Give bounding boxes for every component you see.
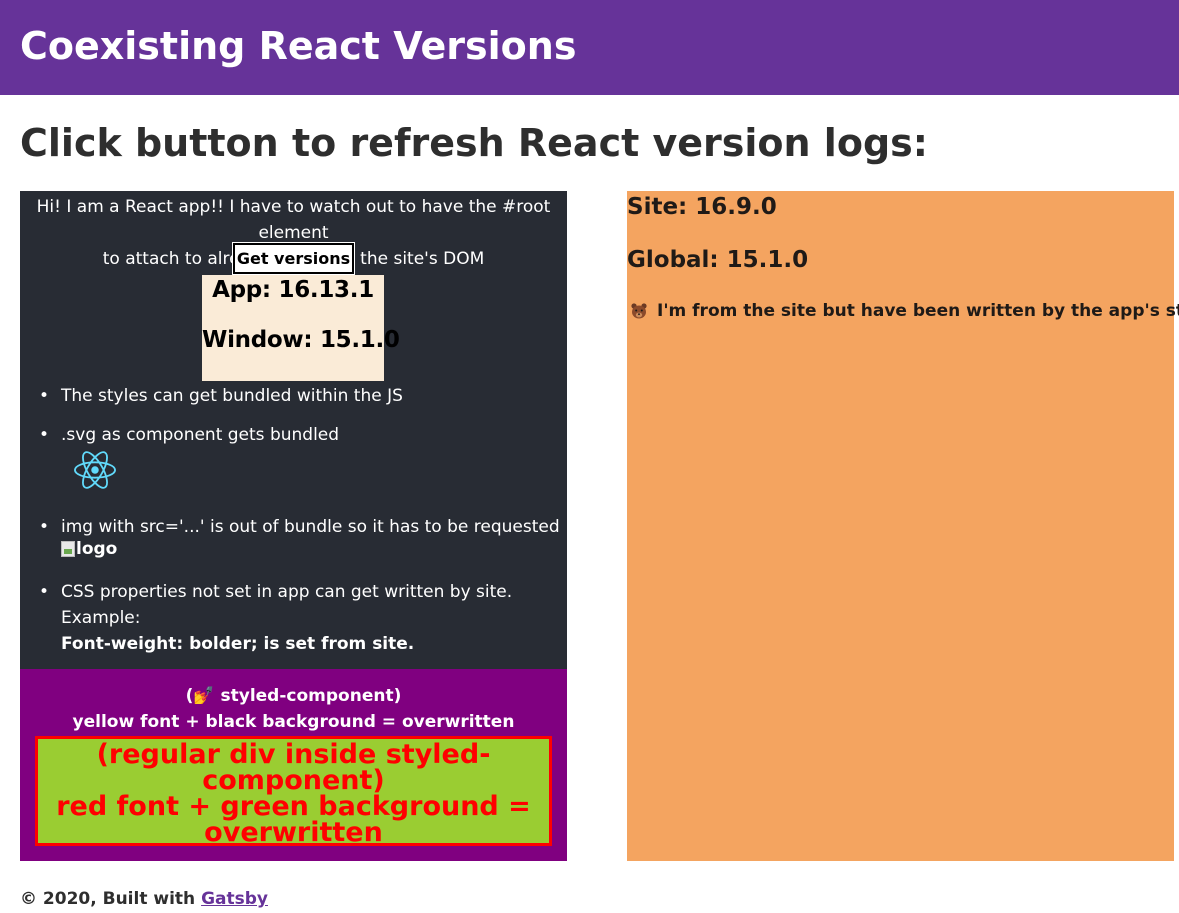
feature-bold-text: Font-weight: bolder; is set from site. — [61, 634, 415, 654]
broken-logo-image: logo — [61, 539, 117, 559]
bullet-icon: • — [39, 517, 50, 537]
site-version: Site: 16.9.0 — [627, 194, 777, 220]
logo-alt-text: logo — [76, 539, 118, 559]
feature-text: The styles can get bundled within the JS — [61, 386, 403, 406]
get-versions-button[interactable]: Get versions — [232, 242, 355, 275]
app-version: App: 16.13.1 — [212, 277, 374, 303]
bullet-icon: • — [39, 425, 50, 445]
styled-component-title: (💅 styled-component) — [185, 686, 402, 706]
styled-component-desc: yellow font + black background = overwri… — [72, 712, 515, 732]
bullet-icon: • — [39, 386, 50, 406]
feature-item-css: • CSS properties not set in app can get … — [39, 579, 561, 657]
site-header: Coexisting React Versions — [0, 0, 1179, 95]
window-version: Window: 15.1.0 — [202, 327, 400, 353]
gatsby-link[interactable]: Gatsby — [201, 889, 268, 909]
site-footer: © 2020, Built with Gatsby — [20, 889, 268, 909]
site-note-text: I'm from the site but have been written … — [657, 301, 1179, 321]
feature-item-styles: • The styles can get bundled within the … — [39, 383, 561, 409]
regular-div-line-4: overwritten — [204, 817, 383, 848]
react-logo-icon — [74, 451, 116, 489]
regular-div-box: (regular div inside styled- component) r… — [35, 736, 552, 846]
feature-text: img with src='...' is out of bundle so i… — [61, 517, 560, 537]
feature-item-svg: • .svg as component gets bundled — [39, 422, 561, 448]
page-heading: Click button to refresh React version lo… — [20, 121, 928, 165]
site-title[interactable]: Coexisting React Versions — [20, 24, 576, 68]
versions-box: App: 16.13.1 Window: 15.1.0 — [202, 275, 400, 381]
react-app-panel: Hi! I am a React app!! I have to watch o… — [20, 191, 567, 669]
footer-copyright: © 2020, Built with — [20, 889, 196, 909]
site-note: I'm from the site but have been written … — [629, 301, 1179, 321]
feature-text: .svg as component gets bundled — [61, 425, 340, 445]
app-intro-line-1: Hi! I am a React app!! I have to watch o… — [36, 197, 551, 243]
bullet-icon: • — [39, 582, 50, 602]
styled-component-box: (💅 styled-component) yellow font + black… — [20, 669, 567, 861]
broken-image-icon — [61, 541, 75, 557]
feature-item-img: • img with src='...' is out of bundle so… — [39, 514, 561, 540]
bear-icon — [631, 303, 647, 319]
feature-text: CSS properties not set in app can get wr… — [61, 582, 513, 628]
site-panel: Site: 16.9.0 Global: 15.1.0 I'm from the… — [627, 191, 1179, 861]
global-version: Global: 15.1.0 — [627, 247, 809, 273]
